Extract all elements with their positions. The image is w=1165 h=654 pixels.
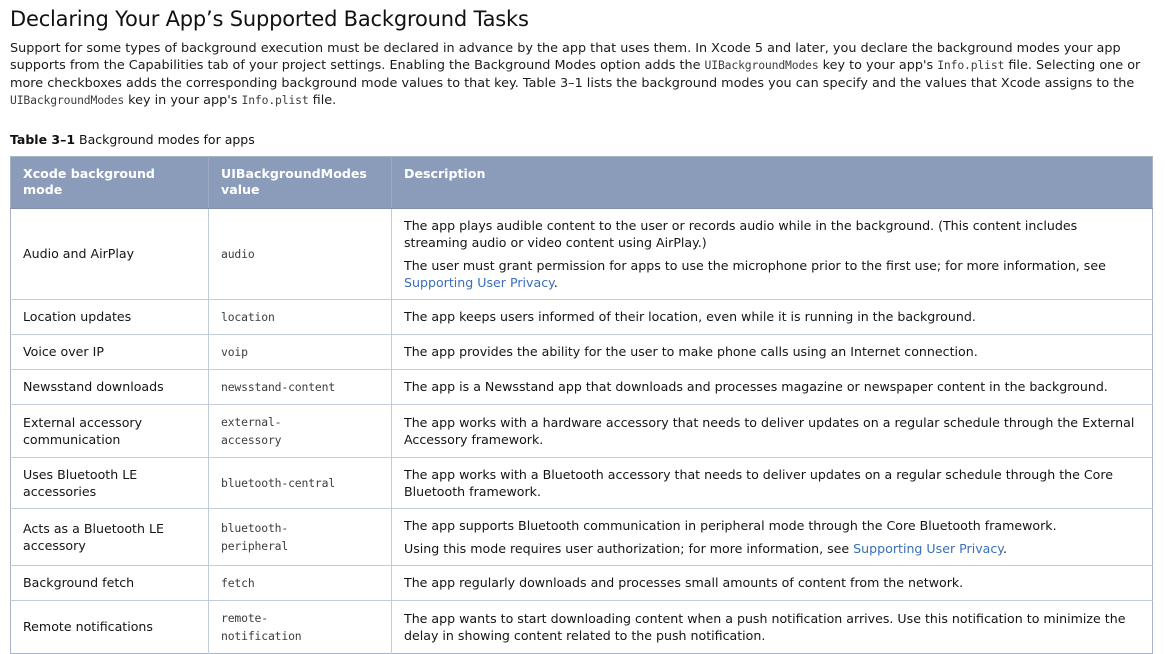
cell-uibackgroundmodes-value: external- accessory	[208, 403, 392, 458]
description-text-trailing: .	[1002, 540, 1007, 556]
cell-uibackgroundmodes-value: location	[208, 298, 392, 335]
table-row: Location updates location The app keeps us…	[10, 298, 1153, 335]
supporting-user-privacy-link[interactable]: Supporting User Privacy	[853, 541, 1003, 556]
description-paragraph: The app keeps users informed of their lo…	[404, 309, 976, 325]
inline-code-uibackgroundmodes-1: UIBackgroundModes	[704, 58, 819, 73]
column-header-uibackgroundmodes-value: UIBackgroundModes value	[208, 156, 392, 209]
background-mode-value-code: fetch	[221, 575, 255, 590]
table-header: Xcode background mode UIBackgroundModes …	[10, 156, 1153, 209]
background-mode-value-code: remote- notification	[221, 610, 302, 643]
cell-description: The app wants to start downloading conte…	[391, 599, 1153, 654]
table-row: Voice over IP voip The app provides the ab…	[10, 333, 1153, 370]
intro-segment-5: file.	[308, 93, 337, 109]
cell-description: The app regularly downloads and processe…	[391, 564, 1153, 601]
description-paragraph: The app plays audible content to the use…	[404, 217, 1078, 250]
description-paragraph: The app supports Bluetooth communication…	[404, 517, 1057, 533]
table-row: Remote notifications remote- notification…	[10, 599, 1153, 654]
background-mode-value-code: location	[221, 309, 275, 324]
description-paragraph: Using this mode requires user authorizat…	[404, 540, 1142, 557]
cell-xcode-background-mode: Acts as a Bluetooth LE accessory	[10, 507, 209, 566]
cell-uibackgroundmodes-value: remote- notification	[208, 599, 392, 654]
inline-code-infoplist-2: Info.plist	[241, 93, 309, 108]
table-caption: Table 3–1 Background modes for apps	[10, 132, 1155, 148]
supporting-user-privacy-link[interactable]: Supporting User Privacy	[404, 275, 554, 290]
table-caption-label: Table 3–1	[10, 131, 76, 147]
column-header-description: Description	[391, 156, 1153, 209]
cell-xcode-background-mode: Voice over IP	[10, 333, 209, 370]
cell-uibackgroundmodes-value: fetch	[208, 564, 392, 601]
cell-description: The app provides the ability for the use…	[391, 333, 1153, 370]
table-row: Audio and AirPlay audio The app plays audi…	[10, 207, 1153, 300]
background-mode-value-code: voip	[221, 344, 248, 359]
cell-description: The app works with a Bluetooth accessory…	[391, 456, 1153, 509]
cell-uibackgroundmodes-value: audio	[208, 207, 392, 300]
cell-xcode-background-mode: Uses Bluetooth LE accessories	[10, 456, 209, 509]
background-modes-table: Xcode background mode UIBackgroundModes …	[10, 155, 1153, 654]
cell-description: The app plays audible content to the use…	[391, 207, 1153, 300]
column-header-xcode-background-mode: Xcode background mode	[10, 156, 209, 209]
background-mode-value-code: bluetooth-central	[221, 475, 336, 490]
cell-uibackgroundmodes-value: newsstand-content	[208, 368, 392, 405]
cell-description: The app works with a hardware accessory …	[391, 403, 1153, 458]
intro-paragraph: Support for some types of background exe…	[10, 40, 1155, 110]
table-row: Uses Bluetooth LE accessories bluetooth-c…	[10, 456, 1153, 509]
page-title: Declaring Your App’s Supported Backgroun…	[10, 7, 529, 31]
cell-xcode-background-mode: Audio and AirPlay	[10, 207, 209, 300]
description-text-trailing: .	[553, 274, 558, 290]
table-caption-text: Background modes for apps	[79, 131, 255, 147]
description-paragraph: The app works with a Bluetooth accessory…	[404, 466, 1114, 499]
cell-uibackgroundmodes-value: voip	[208, 333, 392, 370]
description-paragraph: The user must grant permission for apps …	[404, 257, 1142, 291]
inline-code-uibackgroundmodes-2: UIBackgroundModes	[10, 93, 125, 108]
table-header-row: Xcode background mode UIBackgroundModes …	[10, 156, 1153, 209]
inline-code-infoplist-1: Info.plist	[937, 58, 1005, 73]
intro-segment-2: key to your app's	[818, 58, 938, 74]
background-mode-value-code: audio	[221, 246, 255, 261]
cell-uibackgroundmodes-value: bluetooth- peripheral	[208, 507, 392, 566]
description-paragraph: The app works with a hardware accessory …	[404, 414, 1135, 447]
table-row: Background fetch fetch The app regularly d…	[10, 564, 1153, 601]
cell-description: The app supports Bluetooth communication…	[391, 507, 1153, 566]
cell-uibackgroundmodes-value: bluetooth-central	[208, 456, 392, 509]
background-mode-value-code: external- accessory	[221, 414, 282, 447]
intro-segment-4: key in your app's	[124, 93, 242, 109]
cell-description: The app keeps users informed of their lo…	[391, 298, 1153, 335]
description-paragraph: The app regularly downloads and processe…	[404, 575, 964, 591]
cell-description: The app is a Newsstand app that download…	[391, 368, 1153, 405]
description-text: Using this mode requires user authorizat…	[404, 540, 854, 556]
background-mode-value-code: bluetooth- peripheral	[221, 520, 289, 553]
description-paragraph: The app provides the ability for the use…	[404, 344, 978, 360]
cell-xcode-background-mode: Newsstand downloads	[10, 368, 209, 405]
cell-xcode-background-mode: Location updates	[10, 298, 209, 335]
description-paragraph: The app wants to start downloading conte…	[404, 610, 1126, 643]
table-row: External accessory communication external…	[10, 403, 1153, 458]
table-row: Acts as a Bluetooth LE accessory bluetoot…	[10, 507, 1153, 566]
cell-xcode-background-mode: Background fetch	[10, 564, 209, 601]
document-page: Declaring Your App’s Supported Backgroun…	[0, 0, 1165, 654]
description-text: The user must grant permission for apps …	[404, 257, 1106, 273]
background-mode-value-code: newsstand-content	[221, 379, 336, 394]
cell-xcode-background-mode: Remote notifications	[10, 599, 209, 654]
cell-xcode-background-mode: External accessory communication	[10, 403, 209, 458]
table-row: Newsstand downloads newsstand-content The …	[10, 368, 1153, 405]
description-paragraph: The app is a Newsstand app that download…	[404, 379, 1108, 395]
table-body: Audio and AirPlay audio The app plays audi…	[10, 207, 1153, 654]
